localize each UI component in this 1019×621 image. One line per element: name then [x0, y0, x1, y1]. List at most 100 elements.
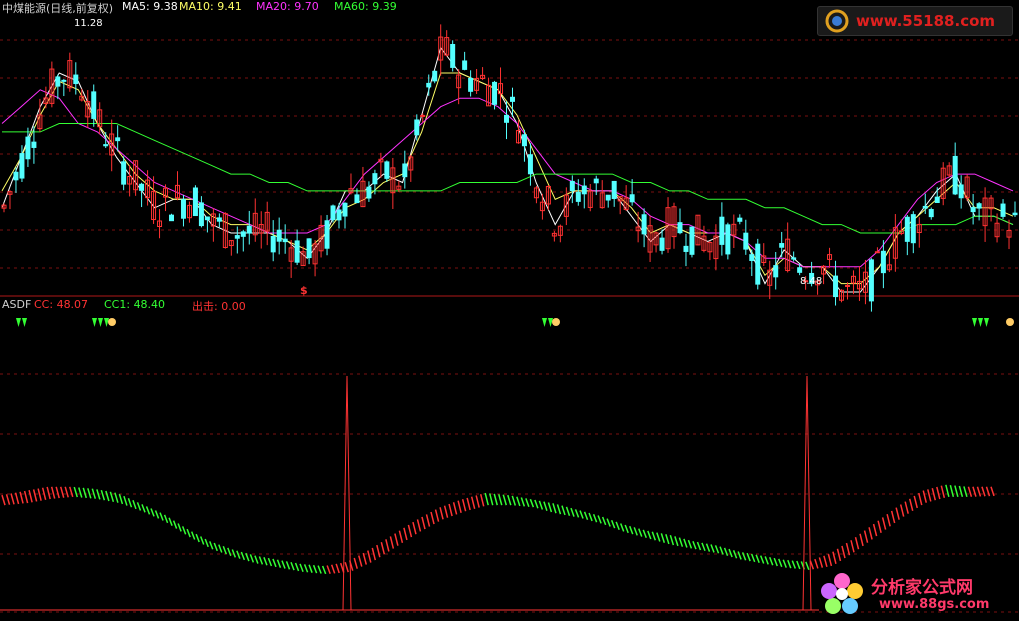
- cc-bar: [23, 490, 29, 504]
- cc-bar: [547, 502, 553, 513]
- cc-bar: [949, 484, 955, 497]
- cc-bar: [5, 494, 11, 505]
- candle-body: [198, 202, 204, 227]
- cc-bar: [579, 510, 584, 519]
- cc-bar: [972, 486, 977, 497]
- candle-body: [683, 245, 689, 252]
- candle-body: [689, 226, 695, 255]
- cc-bar: [841, 545, 846, 559]
- candle-body: [791, 257, 797, 260]
- cc-bar: [114, 492, 119, 503]
- flower-logo-icon: [821, 573, 863, 614]
- cc-bar: [159, 512, 164, 521]
- cc-bar: [303, 564, 309, 573]
- chuji-spike: [802, 375, 812, 611]
- cc-bar: [484, 492, 489, 506]
- cc-bar: [525, 498, 530, 508]
- cc-bar: [200, 536, 205, 545]
- cc-bar: [186, 528, 191, 538]
- cc-bar: [209, 541, 214, 550]
- candle-body: [324, 220, 330, 249]
- cc-bar: [136, 502, 142, 511]
- legend-ma20: MA20: 9.70: [256, 0, 319, 13]
- cc-bar: [574, 509, 580, 518]
- candle-body: [833, 275, 839, 298]
- cc-bar: [913, 495, 918, 509]
- cc-bar: [516, 496, 521, 507]
- cc-bar: [836, 548, 842, 562]
- cc-bar: [32, 489, 38, 502]
- candle-body: [25, 136, 31, 160]
- cc-bar: [796, 560, 801, 570]
- candle-body: [468, 77, 474, 92]
- cc-bar: [281, 560, 286, 569]
- cc-bar: [610, 519, 616, 529]
- chuji-spike: [342, 375, 352, 611]
- cc-bar: [452, 502, 458, 515]
- cc-bar: [936, 486, 941, 500]
- candle-body: [31, 141, 37, 148]
- cc-bar: [886, 514, 891, 527]
- candle-body: [844, 284, 850, 287]
- indicator-name: ASDF: [2, 298, 32, 311]
- runner-signal-icon: [1006, 318, 1014, 326]
- cc-bar: [985, 486, 991, 497]
- candle-body: [246, 225, 252, 234]
- candle-body: [55, 76, 61, 87]
- cc-bar: [50, 486, 56, 499]
- down-arrow-icon: [972, 318, 977, 327]
- cc-bar: [538, 500, 544, 510]
- cc-bar: [561, 505, 566, 516]
- cc-bar: [222, 545, 227, 555]
- candle-body: [19, 153, 25, 179]
- cc-bar: [773, 557, 778, 567]
- cc-bar: [764, 556, 769, 565]
- cc-bar: [728, 548, 733, 558]
- candle-body: [737, 217, 743, 222]
- candle-body: [575, 191, 581, 202]
- cc-bar: [656, 532, 661, 542]
- cc-bar: [493, 493, 498, 506]
- candle-body: [336, 209, 342, 221]
- cc-bar: [660, 533, 666, 543]
- watermark-top: www.55188.com: [817, 6, 1013, 36]
- cc-bar: [710, 544, 715, 553]
- cc-bar: [633, 527, 638, 536]
- candle-body: [342, 202, 348, 217]
- candle-body: [958, 184, 964, 199]
- cc-bar: [181, 526, 187, 535]
- candle-body: [121, 161, 127, 185]
- cc-bar: [692, 540, 697, 550]
- candle-body: [169, 214, 175, 222]
- candle-body: [605, 194, 611, 201]
- cc-bar: [145, 506, 151, 515]
- cc-bar: [150, 508, 155, 517]
- cc-bar: [479, 494, 485, 507]
- cc-bar: [818, 557, 824, 568]
- candle-body: [504, 114, 510, 123]
- cc-bar: [809, 560, 815, 570]
- cc-bar: [457, 500, 462, 513]
- candle-body: [659, 237, 665, 251]
- candle-body: [922, 205, 928, 209]
- cc-bar: [37, 488, 42, 501]
- cc-bar: [565, 506, 571, 516]
- cc-bar: [552, 503, 557, 514]
- candle-body: [880, 250, 886, 274]
- cc-bar: [59, 486, 65, 498]
- candle-body: [103, 144, 109, 147]
- cc-bar: [299, 563, 304, 573]
- cc-bar: [461, 498, 467, 512]
- cc-bar: [638, 528, 643, 537]
- cc-bar: [606, 518, 611, 527]
- down-arrow-icon: [16, 318, 21, 327]
- cc-bar: [665, 534, 670, 545]
- cc-bar: [394, 533, 399, 546]
- cc-bar: [967, 486, 973, 497]
- cc-bar: [615, 521, 620, 531]
- candle-body: [402, 163, 408, 178]
- candle-body: [372, 173, 378, 185]
- cc-bar: [859, 533, 864, 547]
- cc-bar: [850, 540, 855, 553]
- cc-bar: [904, 501, 909, 514]
